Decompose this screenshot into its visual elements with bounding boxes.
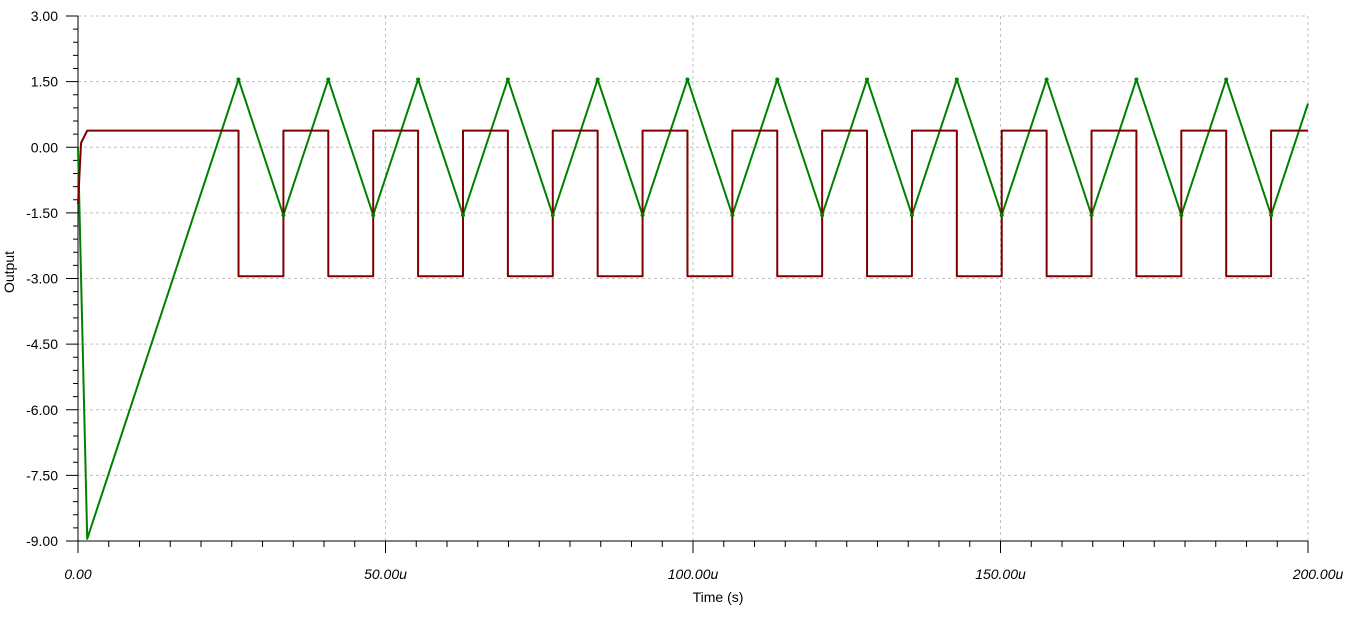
chart: 3.00 1.50 0.00 -1.50 -3.00 -4.50 -6.00 -7.50 -9.… <box>0 0 1357 617</box>
axes <box>66 15 1309 553</box>
x-tick-label: 50.00u <box>364 566 407 582</box>
series-1-point <box>685 77 690 82</box>
series-1-point <box>1044 77 1049 82</box>
series-1-point <box>505 77 510 82</box>
series-1-point <box>909 213 914 218</box>
series-1-point <box>1269 213 1274 218</box>
series-1-point <box>954 77 959 82</box>
series-1-point <box>1224 77 1229 82</box>
series-1-point <box>281 213 286 218</box>
x-tick-label: 150.00u <box>975 566 1026 582</box>
y-tick-label: 3.00 <box>31 8 58 24</box>
series-1-point <box>775 77 780 82</box>
x-axis-title: Time (s) <box>693 589 744 605</box>
series-1-point <box>1179 213 1184 218</box>
plot-area <box>77 77 1309 540</box>
series-1-point <box>460 213 465 218</box>
x-tick-label: 0.00 <box>64 566 91 582</box>
y-tick-label: -6.00 <box>26 402 58 418</box>
y-axis-title: Output <box>1 251 17 293</box>
series-1-point <box>416 77 421 82</box>
x-tick-label: 200.00u <box>1292 566 1344 582</box>
series-1-point <box>595 77 600 82</box>
y-tick-label: -9.00 <box>26 533 58 549</box>
y-tick-label: 0.00 <box>31 139 58 155</box>
series-1-point <box>820 213 825 218</box>
x-tick-label: 100.00u <box>668 566 719 582</box>
series-1-point <box>1089 213 1094 218</box>
chart-svg: 3.00 1.50 0.00 -1.50 -3.00 -4.50 -6.00 -7.50 -9.… <box>1 8 1344 605</box>
series-1-point <box>999 213 1004 218</box>
y-tick-label: -7.50 <box>26 467 58 483</box>
series-1-point <box>1134 77 1139 82</box>
y-tick-label: -3.00 <box>26 271 58 287</box>
series-1-point <box>550 213 555 218</box>
series-1-point <box>326 77 331 82</box>
y-tick-label: -4.50 <box>26 336 58 352</box>
series-1-point <box>865 77 870 82</box>
series-1-point <box>371 213 376 218</box>
tick-labels: 3.00 1.50 0.00 -1.50 -3.00 -4.50 -6.00 -7.50 -9.… <box>26 8 1343 582</box>
series-1-point <box>730 213 735 218</box>
y-tick-label: 1.50 <box>31 74 58 90</box>
series-1-point <box>640 213 645 218</box>
series-1-point <box>236 77 241 82</box>
y-tick-label: -1.50 <box>26 205 58 221</box>
